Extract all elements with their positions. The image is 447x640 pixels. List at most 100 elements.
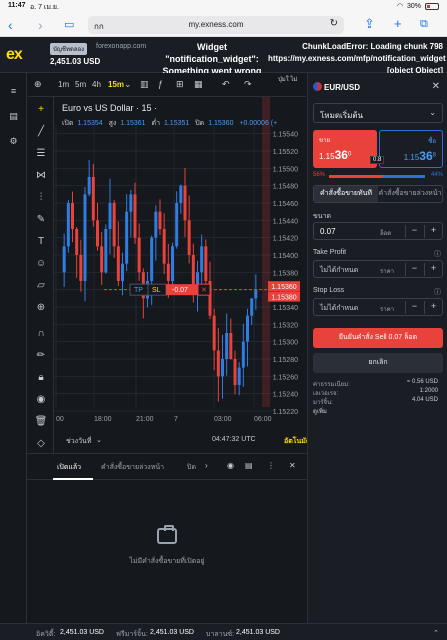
take-profit-decrease-button[interactable]: − bbox=[405, 263, 423, 276]
timeframe-5m[interactable]: 5m bbox=[75, 80, 86, 89]
timeframe-15m[interactable]: 15m bbox=[108, 80, 124, 89]
take-profit-increase-button[interactable]: + bbox=[424, 263, 442, 276]
active-tab-indicator bbox=[53, 478, 93, 480]
close-icon[interactable]: ✕ bbox=[289, 461, 296, 470]
trash-icon[interactable]: 🗑︎ bbox=[34, 415, 48, 429]
stop-loss-increase-button[interactable]: + bbox=[424, 301, 442, 314]
margin-value: 4.04 USD bbox=[411, 397, 438, 403]
reload-icon[interactable]: ↻ bbox=[330, 18, 338, 29]
volume-increase-button[interactable]: + bbox=[424, 225, 442, 238]
indicators-icon[interactable]: ƒ bbox=[158, 79, 163, 89]
fibonacci-icon[interactable]: ⫶ bbox=[34, 191, 48, 205]
crosshair-icon[interactable]: + bbox=[34, 103, 48, 117]
ruler-icon[interactable]: ▱ bbox=[34, 279, 48, 293]
menu-icon[interactable]: ≡ bbox=[7, 85, 20, 98]
emoji-icon[interactable]: ☺ bbox=[34, 257, 48, 271]
trendline-icon[interactable]: ╱ bbox=[34, 125, 48, 139]
account-type-badge[interactable]: บัญชีทดลอง bbox=[50, 43, 88, 55]
lock-icon[interactable]: 🔒︎ bbox=[34, 371, 48, 385]
stop-loss-value[interactable]: ไม่ได้กำหนด bbox=[320, 303, 358, 314]
candle-body bbox=[100, 246, 104, 273]
magnet-icon[interactable]: ∩ bbox=[34, 327, 48, 341]
stop-loss-decrease-button[interactable]: − bbox=[405, 301, 423, 314]
take-profit-unit[interactable]: ราคา bbox=[380, 266, 394, 276]
close-icon[interactable]: ✕ bbox=[432, 81, 440, 92]
templates-icon[interactable]: ▦ bbox=[194, 79, 203, 90]
chevron-down-icon[interactable]: ⌄ bbox=[96, 436, 102, 444]
undo-icon[interactable]: ↶ bbox=[222, 79, 230, 90]
more-icon[interactable]: ⋮ bbox=[267, 461, 275, 470]
pattern-icon[interactable]: ⋈ bbox=[34, 169, 48, 183]
horizontal-lines-icon[interactable]: ☰ bbox=[34, 147, 48, 161]
address-bar[interactable]: กก my.exness.com ↻ bbox=[88, 16, 344, 34]
more-link[interactable]: ดูเพิ่ม bbox=[313, 406, 327, 416]
tab-market-order[interactable]: คำสั่งซื้อขายทันที bbox=[314, 186, 378, 202]
tab-pending-orders[interactable]: คำสั่งซื้อขายล่วงหน้า bbox=[101, 462, 164, 473]
volume-field[interactable]: 0.07 ล็อต − + bbox=[313, 222, 443, 240]
tab-closed-orders[interactable]: ปิด bbox=[187, 462, 196, 473]
timeframe-4h[interactable]: 4h bbox=[92, 80, 101, 89]
sell-button[interactable]: ขาย 1.15360 bbox=[313, 130, 377, 168]
forward-icon[interactable]: › bbox=[38, 17, 43, 33]
sl-label[interactable]: SL bbox=[152, 287, 161, 294]
info-icon[interactable]: ⓘ bbox=[434, 287, 441, 297]
orders-panel: เปิดแล้ว คำสั่งซื้อขายล่วงหน้า ปิด › ◉ ▤… bbox=[27, 453, 307, 623]
text-tool-icon[interactable]: T bbox=[34, 235, 48, 249]
take-profit-value[interactable]: ไม่ได้กำหนด bbox=[320, 265, 358, 276]
new-tab-icon[interactable]: + bbox=[394, 16, 402, 31]
widget-error-message: Widget "notification_widget": Something … bbox=[162, 42, 262, 76]
calendar-icon[interactable]: ▤ bbox=[7, 110, 20, 123]
view-icon[interactable]: ◉ bbox=[227, 461, 234, 470]
order-mode-select[interactable]: โหมดเริ่มต้น ⌄ bbox=[313, 103, 443, 123]
tp-label[interactable]: TP bbox=[134, 287, 143, 294]
settings-icon[interactable]: ⚙ bbox=[7, 135, 20, 148]
candle-body bbox=[125, 211, 129, 264]
volume-decrease-button[interactable]: − bbox=[405, 225, 423, 238]
candle-type-icon[interactable]: ▥ bbox=[140, 79, 149, 90]
chevron-right-icon[interactable]: › bbox=[205, 461, 208, 470]
add-indicator-icon[interactable]: ⊕ bbox=[34, 79, 42, 90]
y-tick-label: 1.15400 bbox=[273, 253, 298, 260]
tabs-icon[interactable]: ⧉ bbox=[420, 18, 428, 31]
stop-loss-unit[interactable]: ราคา bbox=[380, 304, 394, 314]
candle-body bbox=[229, 333, 233, 359]
take-profit-field[interactable]: ไม่ได้กำหนด ราคา − + bbox=[313, 260, 443, 278]
exness-logo[interactable]: ex bbox=[6, 46, 23, 64]
stop-loss-field[interactable]: ไม่ได้กำหนด ราคา − + bbox=[313, 298, 443, 316]
bid-price: 1.15360 bbox=[271, 284, 296, 291]
buy-button[interactable]: ซื้อ 1.15368 bbox=[379, 130, 443, 168]
visibility-icon[interactable]: ◉ bbox=[34, 393, 48, 407]
ohlc-close-label: ปิด bbox=[195, 119, 204, 127]
publish-button[interactable]: ปุ่มใ ไม่ bbox=[278, 77, 304, 84]
volume-value[interactable]: 0.07 bbox=[320, 227, 336, 236]
candle-body bbox=[221, 359, 224, 377]
chevron-down-icon[interactable]: ⌄ bbox=[124, 79, 132, 90]
zoom-in-icon[interactable]: ⊕ bbox=[34, 301, 48, 315]
group-icon[interactable]: ▤ bbox=[245, 461, 253, 470]
reader-icon[interactable]: ▭ bbox=[64, 18, 74, 31]
ohlc-high: 1.15361 bbox=[120, 120, 145, 127]
brush-icon[interactable]: ✎ bbox=[34, 213, 48, 227]
close-position-icon[interactable]: ✕ bbox=[201, 286, 207, 294]
date-range-button[interactable]: ช่วงวันที่ bbox=[66, 436, 91, 447]
cancel-button[interactable]: ยกเลิก bbox=[313, 353, 443, 373]
lock-drawing-icon[interactable]: ✏ bbox=[34, 349, 48, 363]
price-chart[interactable]: 1.15540 1.15520 1.15500 1.15480 1.15460 1.154… bbox=[54, 97, 306, 431]
position-label[interactable]: TP SL -0.07 ✕ bbox=[129, 283, 211, 296]
chevron-up-icon[interactable]: ⌃ bbox=[433, 629, 439, 637]
share-icon[interactable]: ⇪ bbox=[364, 16, 375, 32]
info-icon[interactable]: ⓘ bbox=[434, 249, 441, 259]
volume-unit[interactable]: ล็อต bbox=[380, 228, 391, 238]
timeframe-1m[interactable]: 1m bbox=[58, 80, 69, 89]
ohlc-change: +0.00006 (+ bbox=[239, 120, 277, 127]
redo-icon[interactable]: ↷ bbox=[244, 79, 252, 90]
tab-open-orders[interactable]: เปิดแล้ว bbox=[57, 462, 81, 473]
y-tick-label: 1.15500 bbox=[273, 166, 298, 173]
confirm-order-button[interactable]: ยืนยันคำสั่ง Sell 0.07 ล็อต bbox=[313, 328, 443, 348]
tab-pending-order[interactable]: คำสั่งซื้อขายล่วงหน้า bbox=[378, 186, 442, 202]
account-balance[interactable]: 2,451.03 USD bbox=[50, 57, 100, 66]
candle-body bbox=[158, 211, 162, 229]
utc-clock[interactable]: 04:47:32 UTC bbox=[212, 436, 256, 443]
layout-icon[interactable]: ⊞ bbox=[176, 79, 184, 90]
back-icon[interactable]: ‹ bbox=[8, 17, 13, 33]
